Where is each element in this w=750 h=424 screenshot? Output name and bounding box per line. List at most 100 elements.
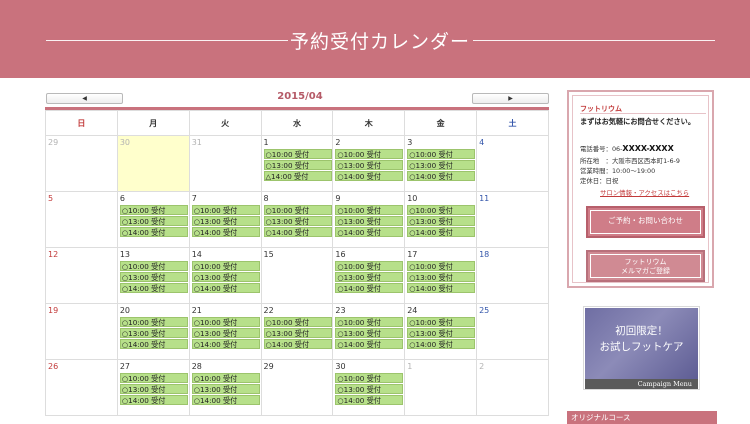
calendar-day-cell[interactable]: 7 ○10:00 受付 ○13:00 受付 ○14:00 受付 — [188, 191, 262, 248]
time-slot[interactable]: ○13:00 受付 — [407, 216, 476, 226]
calendar-day-cell[interactable]: 14 ○10:00 受付 ○13:00 受付 ○14:00 受付 — [188, 247, 262, 304]
time-slot[interactable]: ○13:00 受付 — [335, 384, 404, 394]
time-slot[interactable]: ○13:00 受付 — [191, 216, 260, 226]
time-slot[interactable]: ○13:00 受付 — [119, 272, 188, 282]
calendar-day-cell[interactable]: 10 ○10:00 受付 ○13:00 受付 ○14:00 受付 — [404, 191, 478, 248]
time-slot[interactable]: ○13:00 受付 — [191, 328, 260, 338]
time-slot[interactable]: ○10:00 受付 — [191, 317, 260, 327]
time-slot[interactable]: ○10:00 受付 — [191, 261, 260, 271]
calendar-day-cell[interactable]: 17 ○10:00 受付 ○13:00 受付 ○14:00 受付 — [404, 247, 478, 304]
time-slot[interactable]: ○13:00 受付 — [407, 272, 476, 282]
calendar-day-cell[interactable]: 2 ○10:00 受付 ○13:00 受付 ○14:00 受付 — [332, 135, 406, 192]
calendar-day-cell[interactable]: 15 — [260, 247, 334, 304]
calendar-day-cell[interactable]: 3 ○10:00 受付 ○13:00 受付 ○14:00 受付 — [404, 135, 478, 192]
time-slot[interactable]: ○14:00 受付 — [263, 339, 332, 349]
time-slot[interactable]: ○14:00 受付 — [335, 283, 404, 293]
prev-month-button[interactable]: ◀ — [46, 93, 123, 104]
campaign-banner[interactable]: 初回限定！ お試しフットケア Campaign Menu — [583, 306, 700, 390]
time-slot[interactable]: ○10:00 受付 — [407, 205, 476, 215]
time-slot[interactable]: ○14:00 受付 — [407, 171, 476, 181]
next-month-button[interactable]: ▶ — [472, 93, 549, 104]
calendar-day-cell[interactable]: 21 ○10:00 受付 ○13:00 受付 ○14:00 受付 — [188, 303, 262, 360]
calendar-day-cell[interactable]: 30 ○10:00 受付 ○13:00 受付 ○14:00 受付 — [332, 359, 406, 416]
time-slot[interactable]: ○14:00 受付 — [335, 227, 404, 237]
reserve-contact-button[interactable]: ご予約・お問い合わせ — [586, 206, 705, 238]
time-slot[interactable]: ○10:00 受付 — [335, 205, 404, 215]
time-slot[interactable]: ○13:00 受付 — [191, 272, 260, 282]
calendar-day-cell[interactable]: 29 — [45, 135, 118, 192]
time-slot[interactable]: ○14:00 受付 — [335, 339, 404, 349]
calendar-day-cell[interactable]: 2 — [476, 359, 549, 416]
time-slot[interactable]: ○14:00 受付 — [407, 227, 476, 237]
calendar-day-cell[interactable]: 18 — [476, 247, 549, 304]
calendar-day-cell[interactable]: 26 — [45, 359, 118, 416]
time-slot[interactable]: ○13:00 受付 — [335, 328, 404, 338]
time-slot[interactable]: ○10:00 受付 — [119, 317, 188, 327]
time-slot[interactable]: ○10:00 受付 — [335, 317, 404, 327]
calendar-day-cell[interactable]: 30 — [116, 135, 190, 192]
time-slot[interactable]: ○10:00 受付 — [335, 261, 404, 271]
time-slot[interactable]: △14:00 受付 — [263, 171, 332, 181]
time-slot[interactable]: ○14:00 受付 — [335, 171, 404, 181]
time-slot[interactable]: ○10:00 受付 — [335, 149, 404, 159]
salon-info-link[interactable]: サロン情報・アクセスはこちら — [600, 188, 689, 197]
calendar-day-cell[interactable]: 24 ○10:00 受付 ○13:00 受付 ○14:00 受付 — [404, 303, 478, 360]
newsletter-signup-button[interactable]: フットリウム メルマガご登録 — [586, 250, 705, 282]
time-slot[interactable]: ○13:00 受付 — [263, 160, 332, 170]
time-slot[interactable]: ○14:00 受付 — [191, 339, 260, 349]
time-slot[interactable]: ○14:00 受付 — [263, 227, 332, 237]
time-slot[interactable]: ○10:00 受付 — [407, 261, 476, 271]
time-slot[interactable]: ○10:00 受付 — [263, 205, 332, 215]
time-slot[interactable]: ○13:00 受付 — [263, 328, 332, 338]
calendar-day-cell[interactable]: 6 ○10:00 受付 ○13:00 受付 ○14:00 受付 — [116, 191, 190, 248]
time-slot[interactable]: ○13:00 受付 — [119, 216, 188, 226]
calendar-day-cell[interactable]: 31 — [188, 135, 262, 192]
time-slot[interactable]: ○14:00 受付 — [119, 395, 188, 405]
time-slot[interactable]: ○10:00 受付 — [119, 373, 188, 383]
calendar-day-cell[interactable]: 19 — [45, 303, 118, 360]
time-slot[interactable]: ○13:00 受付 — [335, 160, 404, 170]
calendar-day-cell[interactable]: 9 ○10:00 受付 ○13:00 受付 ○14:00 受付 — [332, 191, 406, 248]
original-course-heading[interactable]: オリジナルコース — [567, 411, 717, 424]
time-slot[interactable]: ○14:00 受付 — [407, 339, 476, 349]
calendar-day-cell[interactable]: 29 — [260, 359, 334, 416]
time-slot[interactable]: ○10:00 受付 — [119, 261, 188, 271]
time-slot[interactable]: ○14:00 受付 — [191, 395, 260, 405]
calendar-day-cell[interactable]: 5 — [45, 191, 118, 248]
calendar-day-cell[interactable]: 4 — [476, 135, 549, 192]
time-slot[interactable]: ○13:00 受付 — [335, 272, 404, 282]
time-slot[interactable]: ○14:00 受付 — [191, 227, 260, 237]
calendar-day-cell[interactable]: 28 ○10:00 受付 ○13:00 受付 ○14:00 受付 — [188, 359, 262, 416]
time-slot[interactable]: ○14:00 受付 — [119, 283, 188, 293]
calendar-day-cell[interactable]: 11 — [476, 191, 549, 248]
time-slot[interactable]: ○10:00 受付 — [407, 317, 476, 327]
time-slot[interactable]: ○10:00 受付 — [407, 149, 476, 159]
time-slot[interactable]: ○13:00 受付 — [407, 328, 476, 338]
time-slot[interactable]: ○10:00 受付 — [119, 205, 188, 215]
time-slot[interactable]: ○10:00 受付 — [263, 317, 332, 327]
calendar-day-cell[interactable]: 13 ○10:00 受付 ○13:00 受付 ○14:00 受付 — [116, 247, 190, 304]
calendar-day-cell[interactable]: 12 — [45, 247, 118, 304]
calendar-day-cell[interactable]: 20 ○10:00 受付 ○13:00 受付 ○14:00 受付 — [116, 303, 190, 360]
time-slot[interactable]: ○10:00 受付 — [191, 205, 260, 215]
time-slot[interactable]: ○10:00 受付 — [263, 149, 332, 159]
time-slot[interactable]: ○14:00 受付 — [119, 339, 188, 349]
time-slot[interactable]: ○13:00 受付 — [119, 328, 188, 338]
time-slot[interactable]: ○14:00 受付 — [407, 283, 476, 293]
calendar-day-cell[interactable]: 16 ○10:00 受付 ○13:00 受付 ○14:00 受付 — [332, 247, 406, 304]
time-slot[interactable]: ○13:00 受付 — [407, 160, 476, 170]
time-slot[interactable]: ○14:00 受付 — [119, 227, 188, 237]
time-slot[interactable]: ○13:00 受付 — [335, 216, 404, 226]
calendar-day-cell[interactable]: 25 — [476, 303, 549, 360]
time-slot[interactable]: ○13:00 受付 — [263, 216, 332, 226]
time-slot[interactable]: ○10:00 受付 — [191, 373, 260, 383]
time-slot[interactable]: ○13:00 受付 — [119, 384, 188, 394]
time-slot[interactable]: ○14:00 受付 — [335, 395, 404, 405]
calendar-day-cell[interactable]: 1 — [404, 359, 478, 416]
time-slot[interactable]: ○14:00 受付 — [191, 283, 260, 293]
calendar-day-cell[interactable]: 23 ○10:00 受付 ○13:00 受付 ○14:00 受付 — [332, 303, 406, 360]
calendar-day-cell[interactable]: 1 ○10:00 受付 ○13:00 受付 △14:00 受付 — [260, 135, 334, 192]
calendar-day-cell[interactable]: 27 ○10:00 受付 ○13:00 受付 ○14:00 受付 — [116, 359, 190, 416]
calendar-day-cell[interactable]: 22 ○10:00 受付 ○13:00 受付 ○14:00 受付 — [260, 303, 334, 360]
time-slot[interactable]: ○10:00 受付 — [335, 373, 404, 383]
